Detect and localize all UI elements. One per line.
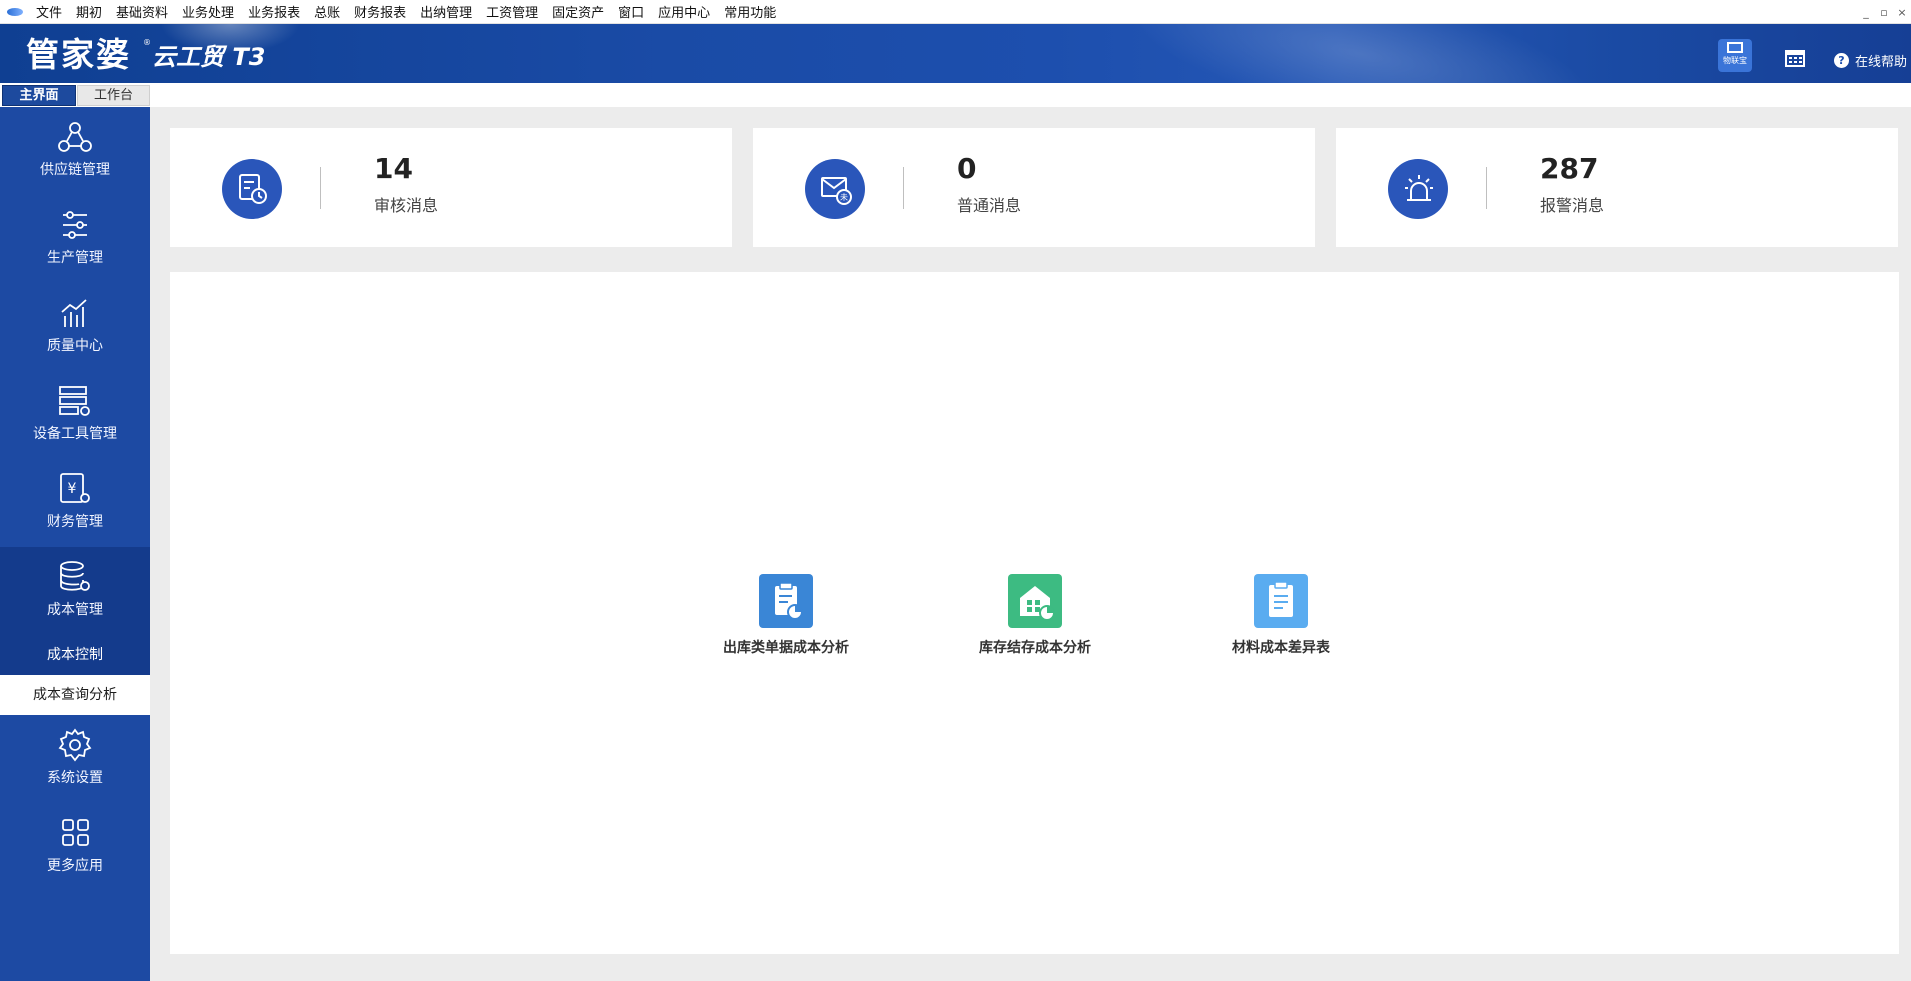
server-gear-icon (59, 386, 90, 416)
logo-product: 云工贸 T3 (152, 43, 266, 71)
tile-label: 库存结存成本分析 (979, 640, 1091, 656)
menu-payroll[interactable]: 工资管理 (479, 2, 545, 21)
header-banner: 管家婆 ® 云工贸 T3 物联宝 ? 在线帮助 (0, 24, 1911, 83)
svg-text:¥: ¥ (68, 481, 77, 497)
sidebar-subitem-cost-query[interactable]: 成本查询分析 (0, 675, 150, 715)
tile-label: 材料成本差异表 (1232, 640, 1330, 656)
sidebar-item-label: 生产管理 (47, 250, 103, 266)
main-panel: 出库类单据成本分析 库存结存成本分析 材料成本差异表 (170, 272, 1899, 954)
sidebar-item-label: 质量中心 (47, 338, 103, 354)
review-messages-card[interactable]: 14 审核消息 (170, 128, 732, 247)
registered-mark: ® (143, 38, 151, 47)
grid-icon (62, 819, 89, 846)
alarm-icon-circle (1388, 159, 1448, 219)
card-divider (320, 167, 321, 209)
menu-cashier[interactable]: 出纳管理 (413, 2, 479, 21)
tile-outbound-cost-analysis[interactable]: 出库类单据成本分析 (676, 574, 896, 657)
sidebar-item-cost[interactable]: 成本管理 (0, 547, 150, 635)
database-gear-icon (60, 561, 90, 591)
menu-fixed-assets[interactable]: 固定资产 (545, 2, 611, 21)
review-messages-count: 14 (374, 152, 413, 185)
sidebar-item-finance[interactable]: ¥ 财务管理 (0, 459, 150, 547)
review-messages-label: 审核消息 (374, 196, 439, 215)
tab-strip: 主界面 工作台 (0, 83, 1911, 107)
help-label: 在线帮助 (1855, 55, 1908, 70)
menu-basic-data[interactable]: 基础资料 (109, 2, 175, 21)
sidebar-subitem-cost-control[interactable]: 成本控制 (0, 635, 150, 675)
sidebar-item-label: 财务管理 (47, 514, 103, 530)
alarm-messages-card[interactable]: 287 报警消息 (1336, 128, 1898, 247)
calendar-icon[interactable] (1785, 49, 1805, 67)
sidebar: 供应链管理 生产管理 质量中心 设备工具管理 ¥ 财务管理 成本管理 成本控制 … (0, 107, 150, 981)
window-controls: _ ▫ × (1857, 0, 1911, 24)
menu-window[interactable]: 窗口 (611, 2, 651, 21)
card-divider (903, 167, 904, 209)
menu-opening[interactable]: 期初 (69, 2, 109, 21)
qr-icon (1727, 42, 1743, 53)
svg-text:未: 未 (840, 192, 848, 202)
sidebar-item-label: 设备工具管理 (33, 426, 117, 442)
sidebar-item-label: 更多应用 (47, 858, 103, 874)
menu-ledger[interactable]: 总账 (307, 2, 347, 21)
sidebar-item-production[interactable]: 生产管理 (0, 195, 150, 283)
mail-unread-icon: 未 (821, 177, 852, 205)
restore-button[interactable]: ▫ (1875, 6, 1893, 19)
tile-label: 出库类单据成本分析 (723, 640, 849, 656)
sidebar-item-supply-chain[interactable]: 供应链管理 (0, 107, 150, 195)
tab-main[interactable]: 主界面 (2, 85, 76, 106)
sidebar-item-label: 系统设置 (47, 770, 103, 786)
menu-file[interactable]: 文件 (29, 2, 69, 21)
menu-business-reports[interactable]: 业务报表 (241, 2, 307, 21)
sidebar-item-label: 成本管理 (47, 602, 103, 618)
gear-icon (58, 728, 92, 762)
banner-decoration (1091, 24, 1629, 83)
clipboard-pie-icon (759, 574, 813, 628)
minimize-button[interactable]: _ (1857, 6, 1875, 19)
alarm-messages-label: 报警消息 (1540, 196, 1605, 215)
close-button[interactable]: × (1893, 6, 1911, 19)
iot-qr-button[interactable]: 物联宝 (1718, 39, 1752, 72)
sidebar-item-label: 供应链管理 (40, 162, 110, 178)
card-divider (1486, 167, 1487, 209)
general-messages-card[interactable]: 未 0 普通消息 (753, 128, 1315, 247)
finance-doc-icon: ¥ (60, 473, 90, 503)
bottom-strip (150, 975, 1911, 981)
sidebar-item-quality[interactable]: 质量中心 (0, 283, 150, 371)
alarm-light-icon (1405, 175, 1433, 201)
clipboard-list-icon (1254, 574, 1308, 628)
review-doc-clock-icon (239, 174, 267, 204)
general-messages-label: 普通消息 (957, 196, 1022, 215)
tab-workbench[interactable]: 工作台 (77, 85, 150, 106)
chart-trend-icon (61, 299, 87, 327)
sidebar-item-equipment[interactable]: 设备工具管理 (0, 371, 150, 459)
general-messages-count: 0 (957, 152, 977, 185)
supply-chain-icon (58, 122, 92, 152)
sidebar-item-settings[interactable]: 系统设置 (0, 715, 150, 803)
tile-material-cost-variance[interactable]: 材料成本差异表 (1171, 574, 1391, 657)
warehouse-pie-icon (1008, 574, 1062, 628)
menu-business[interactable]: 业务处理 (175, 2, 241, 21)
tile-inventory-cost-analysis[interactable]: 库存结存成本分析 (925, 574, 1145, 657)
review-icon-circle (222, 159, 282, 219)
iot-label: 物联宝 (1723, 56, 1747, 65)
mail-icon-circle: 未 (805, 159, 865, 219)
app-icon (7, 7, 23, 16)
online-help-button[interactable]: ? 在线帮助 (1834, 51, 1907, 70)
sidebar-item-more-apps[interactable]: 更多应用 (0, 803, 150, 891)
sliders-icon (63, 211, 87, 239)
alarm-messages-count: 287 (1540, 152, 1599, 185)
menu-bar: 文件 期初 基础资料 业务处理 业务报表 总账 财务报表 出纳管理 工资管理 固… (0, 0, 1911, 24)
menu-common[interactable]: 常用功能 (717, 2, 783, 21)
logo: 管家婆 (26, 35, 131, 74)
help-icon: ? (1834, 53, 1849, 68)
menu-app-center[interactable]: 应用中心 (651, 2, 717, 21)
menu-finance-reports[interactable]: 财务报表 (347, 2, 413, 21)
